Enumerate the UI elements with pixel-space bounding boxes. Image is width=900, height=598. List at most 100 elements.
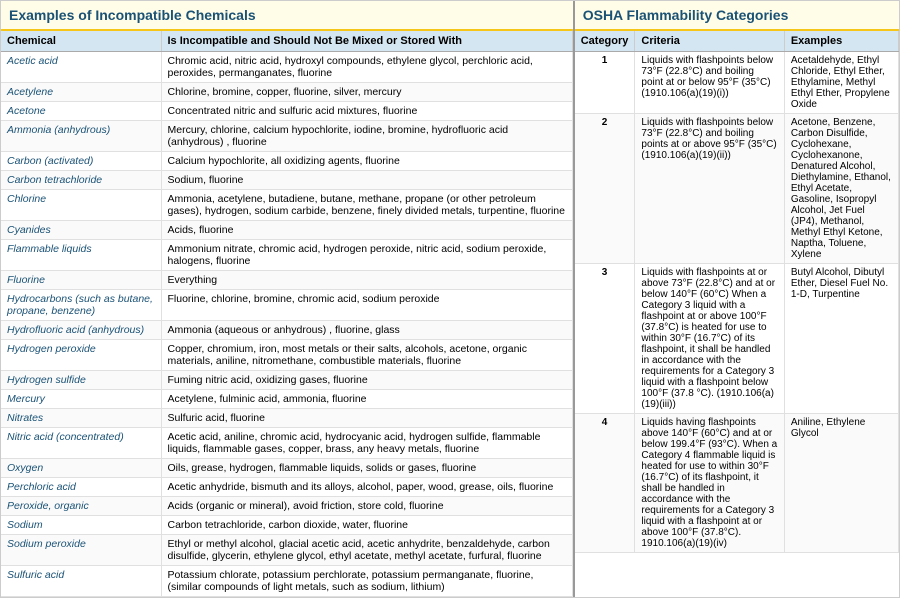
right-title: OSHA Flammability Categories	[583, 7, 789, 23]
left-col1-header: Chemical	[1, 31, 161, 52]
incompatible-with: Everything	[161, 271, 572, 290]
chemical-name: Chlorine	[1, 190, 161, 221]
chemical-name: Hydrogen peroxide	[1, 340, 161, 371]
chemical-name: Carbon tetrachloride	[1, 171, 161, 190]
chemical-name: Sulfuric acid	[1, 566, 161, 597]
table-row: FluorineEverything	[1, 271, 572, 290]
incompatible-with: Sodium, fluorine	[161, 171, 572, 190]
incompatible-with: Copper, chromium, iron, most metals or t…	[161, 340, 572, 371]
table-row: Sulfuric acidPotassium chlorate, potassi…	[1, 566, 572, 597]
category-number: 4	[575, 414, 635, 553]
incompatible-with: Ammonium nitrate, chromic acid, hydrogen…	[161, 240, 572, 271]
table-row: AcetoneConcentrated nitric and sulfuric …	[1, 102, 572, 121]
incompatible-chemicals-table: Chemical Is Incompatible and Should Not …	[1, 31, 573, 597]
chemical-name: Peroxide, organic	[1, 497, 161, 516]
incompatible-with: Concentrated nitric and sulfuric acid mi…	[161, 102, 572, 121]
category-criteria: Liquids with flashpoints below 73°F (22.…	[635, 114, 784, 264]
table-row: 2Liquids with flashpoints below 73°F (22…	[575, 114, 899, 264]
chemical-name: Cyanides	[1, 221, 161, 240]
table-row: Sodium peroxideEthyl or methyl alcohol, …	[1, 535, 572, 566]
category-examples: Acetone, Benzene, Carbon Disulfide, Cycl…	[784, 114, 898, 264]
chemical-name: Hydrogen sulfide	[1, 371, 161, 390]
table-row: OxygenOils, grease, hydrogen, flammable …	[1, 459, 572, 478]
table-row: Hydrogen sulfideFuming nitric acid, oxid…	[1, 371, 572, 390]
chemical-name: Sodium	[1, 516, 161, 535]
table-row: Flammable liquidsAmmonium nitrate, chrom…	[1, 240, 572, 271]
category-number: 3	[575, 264, 635, 414]
category-criteria: Liquids with flashpoints at or above 73°…	[635, 264, 784, 414]
incompatible-with: Acetic anhydride, bismuth and its alloys…	[161, 478, 572, 497]
right-col1-header: Category	[575, 31, 635, 52]
table-row: NitratesSulfuric acid, fluorine	[1, 409, 572, 428]
chemical-name: Acetylene	[1, 83, 161, 102]
chemical-name: Fluorine	[1, 271, 161, 290]
incompatible-with: Fluorine, chlorine, bromine, chromic aci…	[161, 290, 572, 321]
category-number: 2	[575, 114, 635, 264]
left-header: Examples of Incompatible Chemicals	[1, 1, 573, 31]
table-row: ChlorineAmmonia, acetylene, butadiene, b…	[1, 190, 572, 221]
chemical-name: Ammonia (anhydrous)	[1, 121, 161, 152]
right-col2-header: Criteria	[635, 31, 784, 52]
incompatible-with: Ammonia (aqueous or anhydrous) , fluorin…	[161, 321, 572, 340]
left-section: Examples of Incompatible Chemicals Chemi…	[1, 1, 575, 597]
category-examples: Acetaldehyde, Ethyl Chloride, Ethyl Ethe…	[784, 52, 898, 114]
incompatible-with: Ammonia, acetylene, butadiene, butane, m…	[161, 190, 572, 221]
chemical-name: Sodium peroxide	[1, 535, 161, 566]
incompatible-with: Acids, fluorine	[161, 221, 572, 240]
table-row: Peroxide, organicAcids (organic or miner…	[1, 497, 572, 516]
table-row: 4Liquids having flashpoints above 140°F …	[575, 414, 899, 553]
incompatible-with: Fuming nitric acid, oxidizing gases, flu…	[161, 371, 572, 390]
chemical-name: Acetic acid	[1, 52, 161, 83]
right-table-header-row: Category Criteria Examples	[575, 31, 899, 52]
chemical-name: Carbon (activated)	[1, 152, 161, 171]
incompatible-with: Chlorine, bromine, copper, fluorine, sil…	[161, 83, 572, 102]
incompatible-with: Acids (organic or mineral), avoid fricti…	[161, 497, 572, 516]
table-row: Carbon tetrachlorideSodium, fluorine	[1, 171, 572, 190]
right-col3-header: Examples	[784, 31, 898, 52]
table-row: Hydrogen peroxideCopper, chromium, iron,…	[1, 340, 572, 371]
incompatible-with: Potassium chlorate, potassium perchlorat…	[161, 566, 572, 597]
table-row: Carbon (activated)Calcium hypochlorite, …	[1, 152, 572, 171]
chemical-name: Mercury	[1, 390, 161, 409]
table-row: CyanidesAcids, fluorine	[1, 221, 572, 240]
category-number: 1	[575, 52, 635, 114]
category-criteria: Liquids having flashpoints above 140°F (…	[635, 414, 784, 553]
table-row: Acetic acidChromic acid, nitric acid, hy…	[1, 52, 572, 83]
chemical-name: Nitrates	[1, 409, 161, 428]
incompatible-with: Acetic acid, aniline, chromic acid, hydr…	[161, 428, 572, 459]
table-row: 3Liquids with flashpoints at or above 73…	[575, 264, 899, 414]
incompatible-with: Chromic acid, nitric acid, hydroxyl comp…	[161, 52, 572, 83]
table-row: AcetyleneChlorine, bromine, copper, fluo…	[1, 83, 572, 102]
chemical-name: Hydrofluoric acid (anhydrous)	[1, 321, 161, 340]
right-section: OSHA Flammability Categories Category Cr…	[575, 1, 899, 597]
left-table-header-row: Chemical Is Incompatible and Should Not …	[1, 31, 572, 52]
chemical-name: Perchloric acid	[1, 478, 161, 497]
incompatible-with: Mercury, chlorine, calcium hypochlorite,…	[161, 121, 572, 152]
table-row: Hydrocarbons (such as butane, propane, b…	[1, 290, 572, 321]
category-criteria: Liquids with flashpoints below 73°F (22.…	[635, 52, 784, 114]
incompatible-with: Sulfuric acid, fluorine	[161, 409, 572, 428]
left-col2-header: Is Incompatible and Should Not Be Mixed …	[161, 31, 572, 52]
table-row: Nitric acid (concentrated)Acetic acid, a…	[1, 428, 572, 459]
category-examples: Aniline, Ethylene Glycol	[784, 414, 898, 553]
table-row: Hydrofluoric acid (anhydrous)Ammonia (aq…	[1, 321, 572, 340]
chemical-name: Hydrocarbons (such as butane, propane, b…	[1, 290, 161, 321]
chemical-name: Acetone	[1, 102, 161, 121]
incompatible-with: Oils, grease, hydrogen, flammable liquid…	[161, 459, 572, 478]
flammability-categories-table: Category Criteria Examples 1Liquids with…	[575, 31, 899, 553]
table-row: 1Liquids with flashpoints below 73°F (22…	[575, 52, 899, 114]
category-examples: Butyl Alcohol, Dibutyl Ether, Diesel Fue…	[784, 264, 898, 414]
left-title: Examples of Incompatible Chemicals	[9, 7, 256, 23]
main-container: Examples of Incompatible Chemicals Chemi…	[0, 0, 900, 598]
incompatible-with: Ethyl or methyl alcohol, glacial acetic …	[161, 535, 572, 566]
incompatible-with: Calcium hypochlorite, all oxidizing agen…	[161, 152, 572, 171]
right-header: OSHA Flammability Categories	[575, 1, 899, 31]
incompatible-with: Carbon tetrachloride, carbon dioxide, wa…	[161, 516, 572, 535]
incompatible-with: Acetylene, fulminic acid, ammonia, fluor…	[161, 390, 572, 409]
table-row: Ammonia (anhydrous)Mercury, chlorine, ca…	[1, 121, 572, 152]
table-row: SodiumCarbon tetrachloride, carbon dioxi…	[1, 516, 572, 535]
table-row: Perchloric acidAcetic anhydride, bismuth…	[1, 478, 572, 497]
chemical-name: Flammable liquids	[1, 240, 161, 271]
table-row: MercuryAcetylene, fulminic acid, ammonia…	[1, 390, 572, 409]
chemical-name: Oxygen	[1, 459, 161, 478]
